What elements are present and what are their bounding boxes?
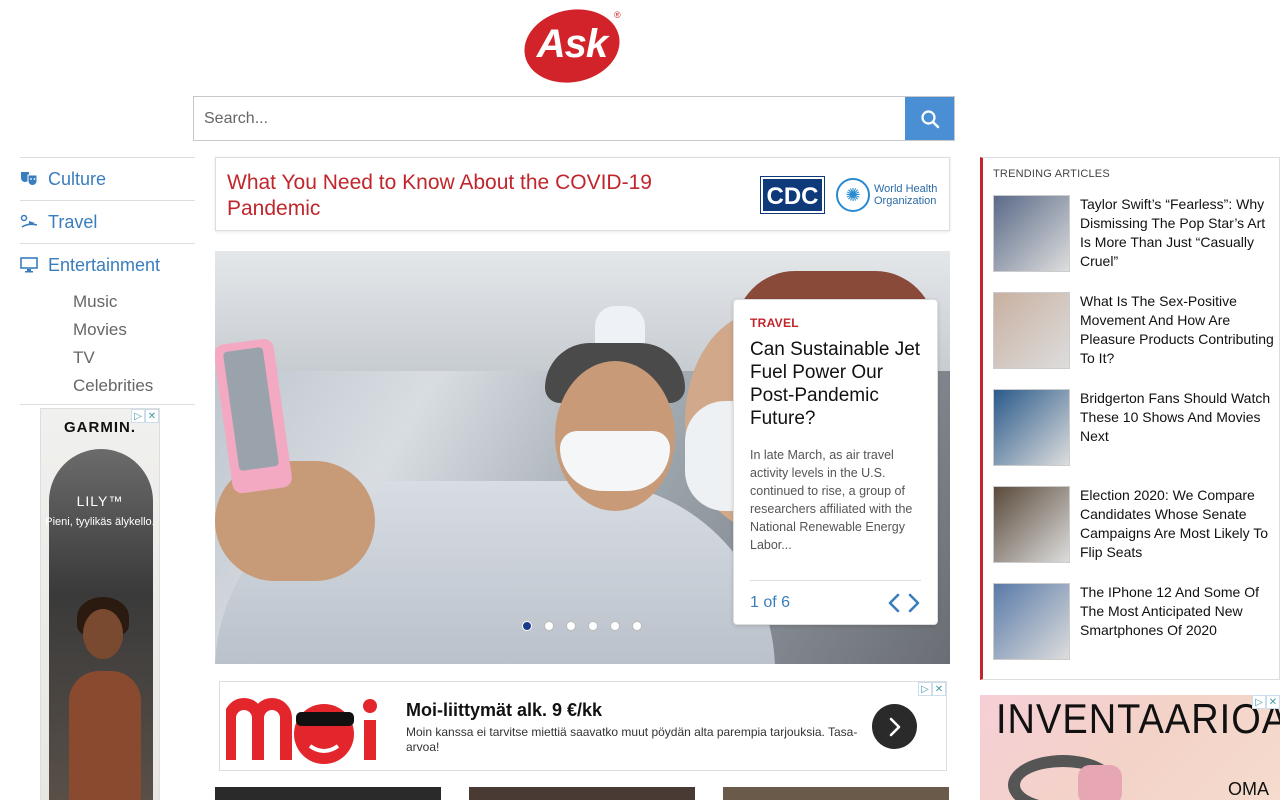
trending-thumbnail[interactable]	[993, 486, 1070, 563]
hero-title[interactable]: Can Sustainable Jet Fuel Power Our Post-…	[750, 338, 921, 430]
trending-thumbnail[interactable]	[993, 389, 1070, 466]
hero-category[interactable]: TRAVEL	[750, 316, 921, 330]
slide-dot[interactable]	[610, 621, 620, 631]
theater-masks-icon	[20, 170, 48, 188]
trending-item[interactable]: Taylor Swift’s “Fearless”: Why Dismissin…	[993, 195, 1278, 272]
trending-articles: TRENDING ARTICLES Taylor Swift’s “Fearle…	[980, 157, 1280, 680]
hero-card-footer: 1 of 6	[750, 580, 921, 613]
nav-item-culture[interactable]: Culture	[20, 157, 195, 200]
trending-thumbnail[interactable]	[993, 292, 1070, 369]
trending-title[interactable]: Election 2020: We Compare Candidates Who…	[1080, 486, 1278, 563]
subnav-item-tv[interactable]: TV	[73, 344, 195, 372]
ad-tagline: Pieni, tyylikäs älykello.	[45, 516, 155, 528]
covid-title: What You Need to Know About the COVID-19…	[227, 171, 652, 220]
ring-stone-graphic	[1078, 765, 1122, 800]
ad-product: LILY™	[76, 493, 124, 509]
chevron-left-icon[interactable]	[887, 593, 901, 613]
right-ad-title: INVENTAARIOALE	[996, 696, 1280, 744]
nav-item-entertainment[interactable]: Entertainment	[20, 243, 195, 286]
hero-description: In late March, as air travel activity le…	[750, 448, 913, 552]
monitor-icon	[20, 256, 48, 274]
search-bar	[193, 96, 955, 141]
nav-label-culture: Culture	[48, 168, 107, 189]
slideshow-dots	[522, 621, 642, 631]
adchoices-icon[interactable]: ▷	[131, 409, 145, 423]
article-thumb[interactable]	[469, 787, 695, 800]
adchoices-icon[interactable]: ▷	[918, 682, 932, 696]
who-logo: ✺ World Health Organization	[836, 178, 940, 212]
hero-card[interactable]: TRAVEL Can Sustainable Jet Fuel Power Ou…	[733, 299, 938, 625]
trending-title[interactable]: Bridgerton Fans Should Watch These 10 Sh…	[1080, 389, 1278, 466]
nav-label-travel: Travel	[48, 211, 98, 232]
right-ad-sub: OMA	[1228, 779, 1270, 799]
entertainment-subnav: Music Movies TV Celebrities	[20, 286, 195, 405]
article-thumb[interactable]	[215, 787, 441, 800]
trending-thumbnail[interactable]	[993, 195, 1070, 272]
close-icon[interactable]: ✕	[932, 682, 946, 696]
ad-person-body	[69, 671, 141, 800]
slide-arrows	[887, 593, 921, 613]
globe-icon: ✺	[836, 178, 870, 212]
close-icon[interactable]: ✕	[1266, 695, 1280, 709]
who-text: World Health Organization	[874, 183, 938, 207]
trending-title[interactable]: What Is The Sex-Positive Movement And Ho…	[1080, 292, 1278, 369]
left-nav: Culture Travel Entertainment Music Movie…	[20, 157, 195, 405]
ad-choices: ▷ ✕	[1252, 695, 1280, 709]
trending-item[interactable]: Bridgerton Fans Should Watch These 10 Sh…	[993, 389, 1278, 466]
slide-dot[interactable]	[588, 621, 598, 631]
chevron-right-icon[interactable]	[907, 593, 921, 613]
trending-item[interactable]: The IPhone 12 And Some Of The Most Antic…	[993, 583, 1278, 660]
logo-text: Ask	[536, 22, 608, 66]
slide-counter: 1 of 6	[750, 594, 791, 611]
slide-dot[interactable]	[544, 621, 554, 631]
trending-title[interactable]: Taylor Swift’s “Fearless”: Why Dismissin…	[1080, 195, 1278, 272]
slide-dot[interactable]	[566, 621, 576, 631]
article-thumb[interactable]	[723, 787, 949, 800]
left-ad-garmin[interactable]: GARMIN. LILY™ Pieni, tyylikäs älykello. …	[40, 408, 160, 800]
subnav-item-celebrities[interactable]: Celebrities	[73, 372, 195, 400]
moi-ad-description: Moin kanssa ei tarvitse miettiä saavatko…	[406, 725, 858, 754]
moi-ad[interactable]: Moi-liittymät alk. 9 €/kk Moin kanssa ei…	[219, 681, 947, 771]
moi-ad-go-button[interactable]	[872, 704, 917, 749]
close-icon[interactable]: ✕	[145, 409, 159, 423]
subnav-item-music[interactable]: Music	[73, 288, 195, 316]
trending-heading: TRENDING ARTICLES	[993, 168, 1110, 180]
trending-item[interactable]: Election 2020: We Compare Candidates Who…	[993, 486, 1278, 563]
search-button[interactable]	[905, 97, 954, 140]
ad-choices: ▷ ✕	[131, 409, 159, 423]
cdc-logo: CDC	[760, 176, 825, 214]
logo-registered-mark: ®	[614, 10, 621, 20]
trending-title[interactable]: The IPhone 12 And Some Of The Most Antic…	[1080, 583, 1278, 660]
trending-item[interactable]: What Is The Sex-Positive Movement And Ho…	[993, 292, 1278, 369]
page: Ask ® Culture Travel	[0, 0, 1280, 800]
slide-dot[interactable]	[632, 621, 642, 631]
trending-thumbnail[interactable]	[993, 583, 1070, 660]
ad-choices: ▷ ✕	[918, 682, 946, 696]
right-ad[interactable]: INVENTAARIOALE OMA ▷ ✕	[980, 695, 1280, 800]
moi-logo	[226, 698, 377, 764]
nav-item-travel[interactable]: Travel	[20, 200, 195, 243]
search-input[interactable]	[194, 97, 905, 140]
ad-person-head	[83, 609, 123, 659]
adchoices-icon[interactable]: ▷	[1252, 695, 1266, 709]
subnav-item-movies[interactable]: Movies	[73, 316, 195, 344]
nav-label-entertainment: Entertainment	[48, 254, 161, 275]
search-icon	[920, 109, 939, 128]
covid-banner[interactable]: What You Need to Know About the COVID-19…	[215, 157, 950, 231]
moi-ad-title: Moi-liittymät alk. 9 €/kk	[406, 700, 603, 720]
travel-icon	[20, 213, 48, 231]
ask-logo[interactable]: Ask	[517, 0, 627, 92]
slide-dot[interactable]	[522, 621, 532, 631]
chevron-right-icon	[889, 717, 900, 736]
